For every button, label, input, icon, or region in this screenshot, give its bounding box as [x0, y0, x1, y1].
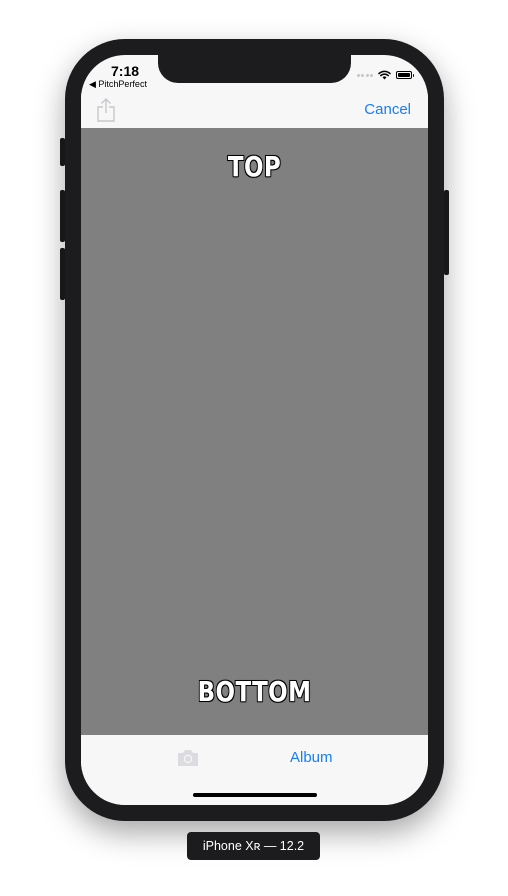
notch: [158, 55, 351, 83]
signal-icon: [356, 73, 373, 77]
power-button: [444, 190, 449, 275]
simulator-stage: 7:18 ◀ PitchPerfect Cancel TOP BOTTOM Al…: [0, 0, 508, 896]
cancel-button[interactable]: Cancel: [364, 101, 411, 118]
home-indicator[interactable]: [193, 793, 317, 797]
battery-icon: [396, 71, 414, 79]
wifi-icon: [378, 70, 391, 80]
device-label: iPhone Xʀ — 12.2: [187, 832, 320, 860]
share-icon[interactable]: [95, 97, 117, 123]
camera-icon[interactable]: [177, 749, 199, 767]
status-time: 7:18: [111, 63, 140, 79]
meme-image-area: TOP BOTTOM: [81, 128, 428, 735]
bottom-toolbar: Album: [81, 735, 428, 805]
bottom-text-field[interactable]: BOTTOM: [112, 674, 397, 709]
device-screen: 7:18 ◀ PitchPerfect Cancel TOP BOTTOM Al…: [81, 55, 428, 805]
nav-bar: Cancel: [81, 92, 428, 128]
back-to-app-link[interactable]: ◀ PitchPerfect: [89, 79, 147, 90]
album-button[interactable]: Album: [290, 749, 333, 766]
status-indicators: [356, 70, 414, 80]
top-text-field[interactable]: TOP: [112, 149, 397, 184]
